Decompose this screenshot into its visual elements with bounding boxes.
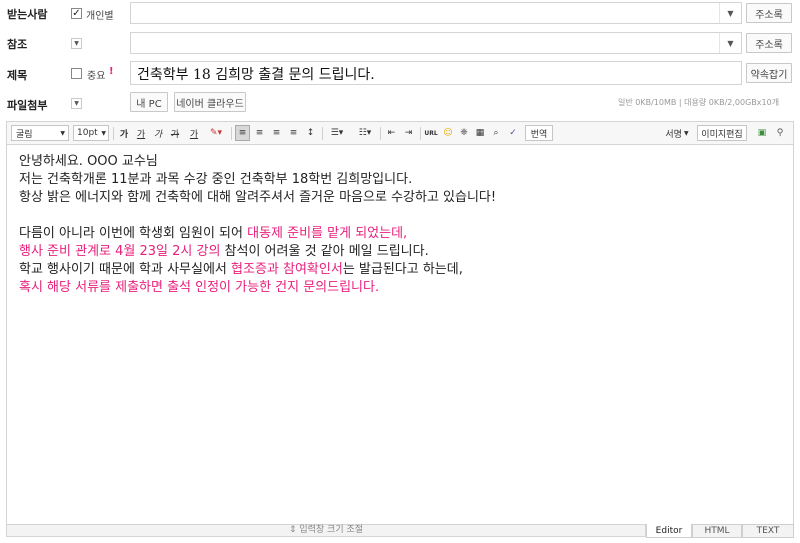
numbered-list-icon[interactable]: ☰▾ <box>326 125 348 141</box>
toolbar-divider <box>231 127 232 140</box>
align-center-icon[interactable]: ≡ <box>252 125 267 141</box>
underline-button[interactable]: 가 <box>134 125 148 141</box>
subject-value: 건축학부 18 김희망 출결 문의 드립니다. <box>137 67 375 83</box>
subject-input[interactable]: 건축학부 18 김희망 출결 문의 드립니다. <box>130 61 742 85</box>
signature-label: 서명 <box>665 129 682 140</box>
translate-button[interactable]: 번역 <box>525 125 553 141</box>
spellcheck-icon[interactable]: ✓ <box>505 125 521 141</box>
map-pin-icon[interactable]: ⚲ <box>773 125 787 141</box>
emoticon-icon[interactable]: ☺ <box>441 125 455 141</box>
mail-body: 안녕하세요. OOO 교수님 저는 건축학개론 11분과 과목 수강 중인 건축… <box>19 153 496 297</box>
recipient-dropdown-icon[interactable]: ▼ <box>719 3 741 23</box>
image-edit-button[interactable]: 이미지편집 <box>697 125 747 141</box>
special-char-icon[interactable]: ❈ <box>457 125 471 141</box>
text-color-button[interactable]: 가 <box>185 125 203 141</box>
signature-dropdown[interactable]: 서명 ▼ <box>662 125 692 141</box>
tab-html[interactable]: HTML <box>692 524 742 538</box>
outdent-icon[interactable]: ⇤ <box>384 125 399 141</box>
toolbar-divider <box>380 127 381 140</box>
recipient-input[interactable]: ▼ <box>130 2 742 24</box>
body-line: 행사 준비 관계로 4월 23일 2시 강의 참석이 어려울 것 같아 메일 드… <box>19 244 429 259</box>
editor-toolbar: 굴림 ▼ 10pt ▼ 가 가 가 가 가 ✎▾ ≡ ≡ ≡ ≡ ↕ ☰▾ ☷▾… <box>6 121 794 145</box>
tab-editor[interactable]: Editor <box>646 524 692 538</box>
important-mark-icon: ! <box>109 66 114 77</box>
cc-label: 참조 <box>7 38 28 51</box>
url-link-icon[interactable]: URL <box>423 125 439 141</box>
highlight-color-icon[interactable]: ✎▾ <box>205 125 227 141</box>
strikethrough-button[interactable]: 가 <box>168 125 182 141</box>
recipient-label: 받는사람 <box>7 8 48 21</box>
image-insert-icon[interactable]: ▣ <box>755 125 769 141</box>
tab-text[interactable]: TEXT <box>742 524 794 538</box>
cc-address-book-button[interactable]: 주소록 <box>746 33 792 53</box>
body-line: 학교 행사이기 때문에 학과 사무실에서 협조증과 참여확인서는 발급된다고 하… <box>19 262 463 277</box>
body-line: 저는 건축학개론 11분과 과목 수강 중인 건축학부 18학번 김희망입니다. <box>19 172 413 187</box>
attachment-label: 파일첨부 <box>7 99 48 112</box>
bullet-list-icon[interactable]: ☷▾ <box>354 125 376 141</box>
line-height-icon[interactable]: ↕ <box>303 125 318 141</box>
editor-area[interactable]: 안녕하세요. OOO 교수님 저는 건축학개론 11분과 과목 수강 중인 건축… <box>6 145 794 525</box>
attachment-expand-icon[interactable]: ▼ <box>71 98 82 109</box>
important-label: 중요 <box>87 71 106 82</box>
font-size-value: 10pt <box>77 128 98 138</box>
italic-button[interactable]: 가 <box>151 125 165 141</box>
chevron-down-icon: ▼ <box>683 129 689 137</box>
align-justify-icon[interactable]: ≡ <box>286 125 301 141</box>
font-size-select[interactable]: 10pt ▼ <box>73 125 109 141</box>
attachment-quota: 일반 0KB/10MB | 대용량 0KB/2,00GBx10개 <box>618 98 780 107</box>
toolbar-divider <box>420 127 421 140</box>
subject-label: 제목 <box>7 69 28 82</box>
align-left-icon[interactable]: ≡ <box>235 125 250 141</box>
indent-icon[interactable]: ⇥ <box>401 125 416 141</box>
font-family-select[interactable]: 굴림 ▼ <box>11 125 69 141</box>
important-checkbox[interactable] <box>71 68 82 79</box>
font-family-value: 굴림 <box>16 129 33 140</box>
cc-input[interactable]: ▼ <box>130 32 742 54</box>
bold-button[interactable]: 가 <box>117 125 131 141</box>
recipient-address-book-button[interactable]: 주소록 <box>746 3 792 23</box>
body-line: 혹시 해당 서류를 제출하면 출석 인정이 가능한 건지 문의드립니다. <box>19 280 380 295</box>
naver-cloud-button[interactable]: 네이버 클라우드 <box>174 92 246 112</box>
my-pc-button[interactable]: 내 PC <box>130 92 168 112</box>
appointment-button[interactable]: 약속잡기 <box>746 63 792 83</box>
table-icon[interactable]: ▦ <box>473 125 487 141</box>
body-line: 안녕하세요. OOO 교수님 <box>19 154 158 169</box>
find-icon[interactable]: ⌕ <box>489 125 503 141</box>
chevron-down-icon: ▼ <box>60 129 65 137</box>
personal-checkbox-label: 개인별 <box>86 11 114 22</box>
align-right-icon[interactable]: ≡ <box>269 125 284 141</box>
toolbar-divider <box>322 127 323 140</box>
toolbar-divider <box>113 127 114 140</box>
chevron-down-icon: ▼ <box>101 129 106 137</box>
body-line: 다름이 아니라 이번에 학생회 임원이 되어 대동제 준비를 맡게 되었는데, <box>19 226 408 241</box>
cc-dropdown-icon[interactable]: ▼ <box>719 33 741 53</box>
cc-expand-icon[interactable]: ▼ <box>71 38 82 49</box>
personal-checkbox[interactable]: ✓ <box>71 8 82 19</box>
resize-handle[interactable]: ⇕ 입력창 크기 조절 <box>6 525 646 537</box>
body-line: 항상 밝은 에너지와 함께 건축학에 대해 알려주셔서 즐거운 마음으로 수강하… <box>19 190 497 205</box>
